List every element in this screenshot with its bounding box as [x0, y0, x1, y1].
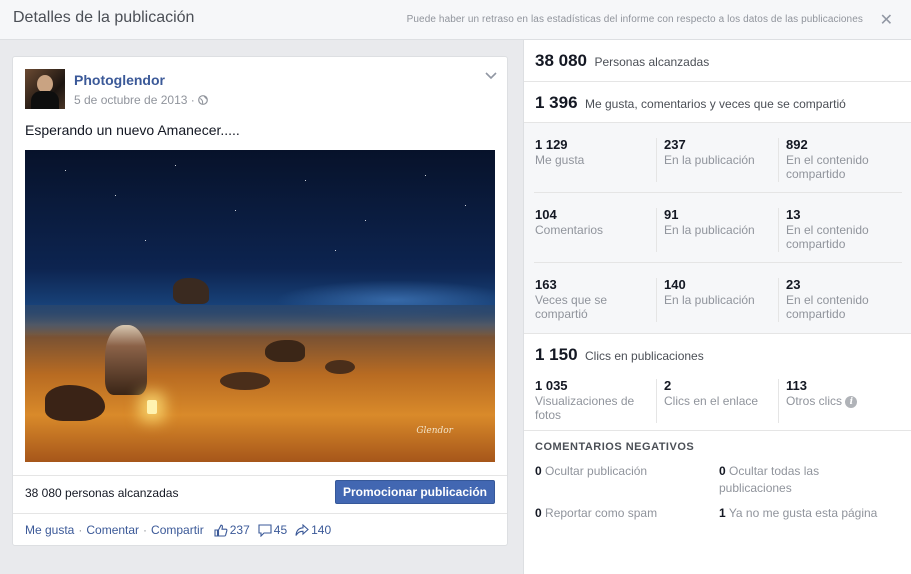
- stat-link-clicks: 2 Clics en el enlace: [664, 378, 759, 408]
- post-reach: 38 080 personas alcanzadas: [25, 486, 179, 500]
- stat-shares-total: 163 Veces que se compartió: [535, 277, 608, 321]
- neg-hide-all: 0 Ocultar todas las publicaciones: [719, 464, 820, 495]
- neg-unlike-page: 1 Ya no me gusta esta página: [719, 506, 878, 520]
- chevron-down-icon[interactable]: [485, 69, 497, 83]
- post-actions: Me gusta · Comentar · Compartir 237 45 1…: [25, 523, 332, 537]
- author-name[interactable]: Photoglendor: [74, 72, 165, 88]
- like-link[interactable]: Me gusta: [25, 523, 74, 537]
- engagement-value: 1 396: [535, 93, 578, 112]
- dialog-title: Detalles de la publicación: [13, 9, 195, 26]
- stat-likes-on-post: 237 En la publicación: [664, 137, 755, 167]
- stat-shares-on-post: 140 En la publicación: [664, 277, 755, 307]
- share-link[interactable]: Compartir: [151, 523, 204, 537]
- dialog-header: Detalles de la publicación Puede haber u…: [0, 0, 911, 40]
- clicks-label: Clics en publicaciones: [585, 349, 704, 363]
- stat-comments-total: 104 Comentarios: [535, 207, 604, 237]
- neg-report-spam: 0 Reportar como spam: [535, 506, 658, 520]
- negative-feedback-title: COMENTARIOS NEGATIVOS: [535, 441, 695, 453]
- stat-comments-on-shares: 13 En el contenido compartido: [786, 207, 869, 251]
- share-arrow-icon: [295, 523, 309, 536]
- comment-link[interactable]: Comentar: [86, 523, 139, 537]
- stat-other-clicks: 113 Otros clics i: [786, 378, 906, 408]
- stat-photo-views: 1 035 Visualizaciones de fotos: [535, 378, 635, 422]
- close-icon[interactable]: ✕: [880, 10, 893, 30]
- date-separator: ·: [190, 93, 195, 107]
- post-date: 5 de octubre de 2013 ·: [74, 93, 209, 107]
- shares-count[interactable]: 140: [311, 523, 331, 537]
- post-preview-pane: Photoglendor 5 de octubre de 2013 · Espe…: [0, 40, 523, 574]
- author-avatar[interactable]: [25, 69, 65, 109]
- clicks-value: 1 150: [535, 345, 578, 364]
- reach-summary: 38 080 Personas alcanzadas: [535, 51, 911, 71]
- post-photo[interactable]: Glendor: [25, 150, 495, 462]
- delay-notice: Puede haber un retraso en las estadístic…: [406, 14, 863, 25]
- comments-count[interactable]: 45: [274, 523, 287, 537]
- post-insights-pane: 38 080 Personas alcanzadas 1 396 Me gust…: [523, 40, 911, 574]
- post-card: Photoglendor 5 de octubre de 2013 · Espe…: [12, 56, 508, 546]
- engagement-summary: 1 396 Me gusta, comentarios y veces que …: [535, 93, 911, 113]
- post-date-text[interactable]: 5 de octubre de 2013: [74, 93, 187, 107]
- neg-hide-post: 0 Ocultar publicación: [535, 464, 648, 478]
- thumbs-up-icon: [214, 524, 228, 537]
- likes-count[interactable]: 237: [230, 523, 250, 537]
- reach-value: 38 080: [535, 51, 587, 70]
- stat-likes-total: 1 129 Me gusta: [535, 137, 585, 167]
- photo-signature: Glendor: [416, 426, 453, 436]
- clicks-summary: 1 150 Clics en publicaciones: [535, 345, 911, 365]
- stat-likes-on-shares: 892 En el contenido compartido: [786, 137, 869, 181]
- engagement-label: Me gusta, comentarios y veces que se com…: [585, 97, 846, 111]
- stat-comments-on-post: 91 En la publicación: [664, 207, 755, 237]
- stat-shares-on-shares: 23 En el contenido compartido: [786, 277, 869, 321]
- promote-post-button[interactable]: Promocionar publicación: [335, 480, 495, 504]
- globe-icon: [198, 95, 209, 105]
- comment-icon: [258, 523, 272, 537]
- info-icon[interactable]: i: [845, 395, 858, 408]
- reach-label: Personas alcanzadas: [594, 55, 710, 69]
- post-text: Esperando un nuevo Amanecer.....: [25, 122, 240, 138]
